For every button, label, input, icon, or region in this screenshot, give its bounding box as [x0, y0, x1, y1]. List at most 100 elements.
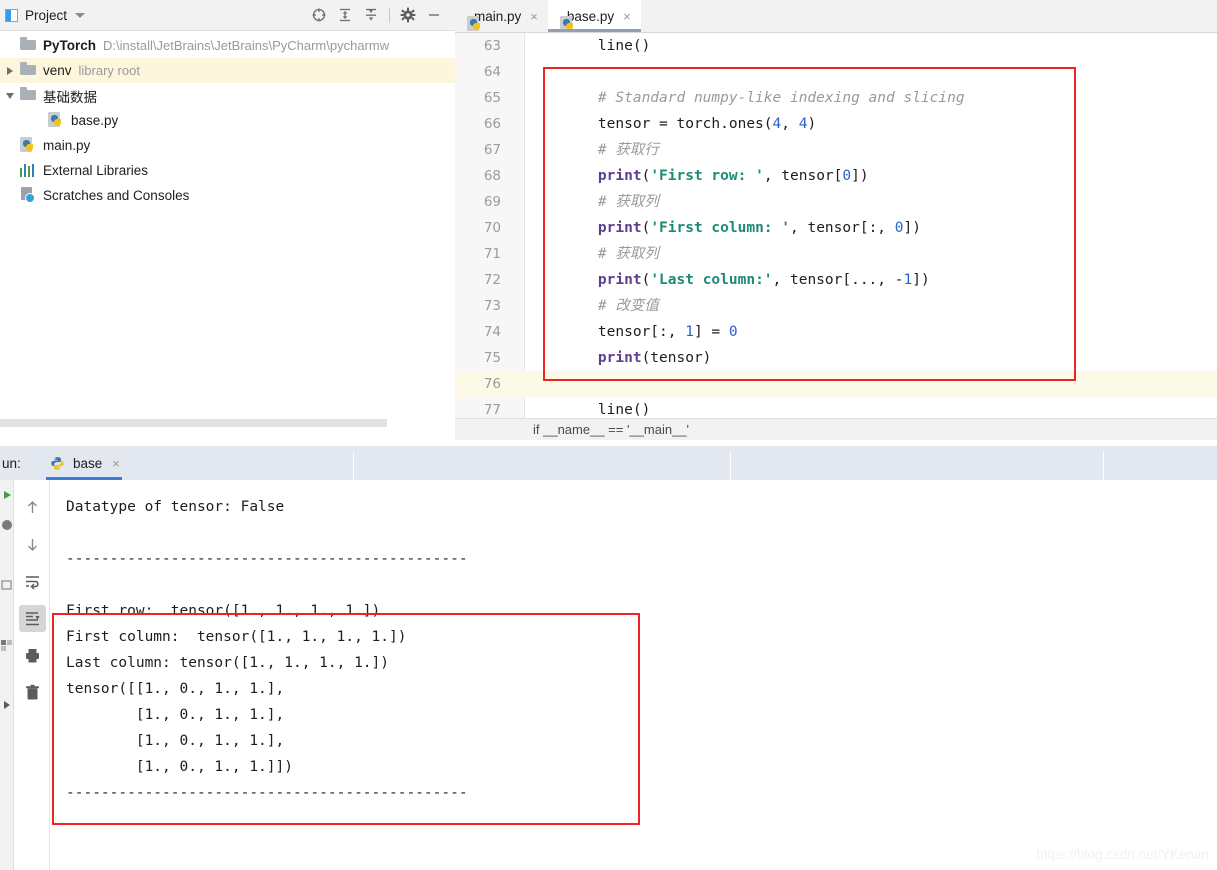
tree-item-[interactable]: 基础数据 — [0, 83, 455, 108]
code-line[interactable]: 74 tensor[:, 1] = 0 — [455, 319, 1217, 345]
console-output[interactable]: Datatype of tensor: False --------------… — [51, 480, 1217, 870]
tree-item-icon — [20, 37, 37, 54]
chevron-right-icon[interactable] — [0, 66, 20, 75]
code-token: print — [563, 272, 642, 288]
rail-divider-1 — [0, 540, 14, 570]
tree-item-label: External Libraries — [43, 163, 149, 178]
rerun-icon[interactable] — [0, 480, 14, 510]
line-number: 77 — [483, 402, 501, 418]
code-line[interactable]: 75 print(tensor) — [455, 345, 1217, 371]
code-token: # 获取列 — [563, 246, 659, 262]
code-token: (tensor) — [641, 350, 712, 366]
code-token: ]) — [912, 272, 930, 288]
toolbar-divider — [389, 7, 390, 23]
code-line[interactable]: 64 — [455, 59, 1217, 85]
pin-icon[interactable] — [0, 570, 14, 600]
project-title-group[interactable]: Project — [0, 8, 86, 23]
editor-tab-label: main.py — [474, 8, 522, 24]
editor-tab-base-py[interactable]: base.py × — [547, 0, 641, 32]
run-side-rail — [0, 480, 14, 870]
code-token: print — [563, 350, 642, 366]
close-icon[interactable]: × — [623, 9, 631, 24]
soft-wrap-icon[interactable] — [19, 568, 46, 595]
scroll-up-icon[interactable] — [19, 494, 46, 521]
line-number: 67 — [483, 142, 501, 158]
code-line[interactable]: 69 # 获取列 — [455, 189, 1217, 215]
code-token: ] = — [693, 324, 729, 340]
expand-rail-icon[interactable] — [0, 690, 14, 720]
code-token: 0 — [894, 220, 904, 236]
code-text: # 获取行 — [513, 137, 659, 163]
code-line[interactable]: 76 — [455, 371, 1217, 397]
stop-icon[interactable] — [0, 510, 14, 540]
chevron-down-icon[interactable] — [75, 12, 86, 18]
code-token: 'Last column:' — [650, 272, 773, 288]
code-token: ( — [641, 272, 651, 288]
breadcrumb[interactable]: if __name__ == '__main__' — [455, 418, 1217, 440]
run-panel-label: un: — [2, 455, 21, 471]
code-line[interactable]: 65 # Standard numpy-like indexing and sl… — [455, 85, 1217, 111]
clear-all-icon[interactable] — [19, 679, 46, 706]
tree-item-label: main.py — [43, 138, 91, 153]
code-line[interactable]: 67 # 获取行 — [455, 137, 1217, 163]
tree-item-venv[interactable]: venv library root — [0, 58, 455, 83]
line-number: 68 — [483, 168, 501, 184]
code-token: # 获取列 — [563, 194, 659, 210]
line-number: 72 — [483, 272, 501, 288]
tree-item-scratches-and-consoles[interactable]: Scratches and Consoles — [0, 183, 455, 208]
scrollbar-thumb[interactable] — [0, 419, 387, 427]
code-token: print — [563, 220, 642, 236]
line-number: 66 — [483, 116, 501, 132]
collapse-all-icon[interactable] — [358, 2, 384, 28]
project-panel-header: Project — [0, 0, 455, 31]
editor-tab-main-py[interactable]: main.py × — [455, 0, 548, 32]
code-text: print('First column: ', tensor[:, 0]) — [513, 215, 921, 241]
code-line[interactable]: 73 # 改变值 — [455, 293, 1217, 319]
code-line[interactable]: 68 print('First row: ', tensor[0]) — [455, 163, 1217, 189]
code-token: line() — [563, 38, 651, 54]
tree-item-main-py[interactable]: main.py — [0, 133, 455, 158]
tree-item-icon — [20, 137, 37, 154]
code-token: 0 — [728, 324, 738, 340]
python-file-icon — [50, 456, 65, 471]
run-tool-window: un: base × Datatype of tensor: False ---… — [0, 440, 1217, 870]
line-number: 70 — [483, 220, 501, 236]
tree-item-base-py[interactable]: base.py — [0, 108, 455, 133]
expand-all-icon[interactable] — [332, 2, 358, 28]
tree-item-label: base.py — [71, 113, 119, 128]
code-token: 1 — [903, 272, 913, 288]
tree-item-sublabel: library root — [78, 63, 140, 78]
line-number: 63 — [483, 38, 501, 54]
code-lines: 63 line() 64 65 # Standard numpy-like inde… — [455, 33, 1217, 418]
close-icon[interactable]: × — [530, 9, 538, 24]
editor-tab-label: base.py — [566, 8, 615, 24]
code-line[interactable]: 70 print('First column: ', tensor[:, 0]) — [455, 215, 1217, 241]
code-text: line() — [513, 33, 650, 59]
layout-icon[interactable] — [0, 630, 14, 660]
tree-item-pytorch[interactable]: PyTorch D:\install\JetBrains\JetBrains\Py… — [0, 33, 455, 58]
code-token: , — [781, 116, 799, 132]
hide-icon[interactable] — [421, 2, 447, 28]
code-line[interactable]: 77 line() — [455, 397, 1217, 418]
editor-tabbar: main.py × base.py × — [455, 0, 1217, 33]
code-token: ]) — [903, 220, 921, 236]
code-line[interactable]: 63 line() — [455, 33, 1217, 59]
code-editor[interactable]: 63 line() 64 65 # Standard numpy-like inde… — [455, 33, 1217, 418]
project-horizontal-scrollbar[interactable] — [0, 418, 455, 428]
scroll-down-icon[interactable] — [19, 531, 46, 558]
code-line[interactable]: 71 # 获取列 — [455, 241, 1217, 267]
tree-item-icon — [48, 112, 65, 129]
settings-gear-icon[interactable] — [395, 2, 421, 28]
tree-item-icon — [20, 62, 37, 79]
chevron-down-icon[interactable] — [0, 92, 20, 99]
line-number: 65 — [483, 90, 501, 106]
code-line[interactable]: 66 tensor = torch.ones(4, 4) — [455, 111, 1217, 137]
run-tab-base[interactable]: base × — [38, 446, 130, 480]
close-icon[interactable]: × — [112, 456, 120, 471]
code-line[interactable]: 72 print('Last column:', tensor[..., -1]… — [455, 267, 1217, 293]
scroll-to-end-icon[interactable] — [18, 605, 46, 632]
tree-item-external-libraries[interactable]: External Libraries — [0, 158, 455, 183]
code-token: , tensor[:, — [790, 220, 895, 236]
print-icon[interactable] — [19, 642, 46, 669]
select-opened-file-icon[interactable] — [306, 2, 332, 28]
